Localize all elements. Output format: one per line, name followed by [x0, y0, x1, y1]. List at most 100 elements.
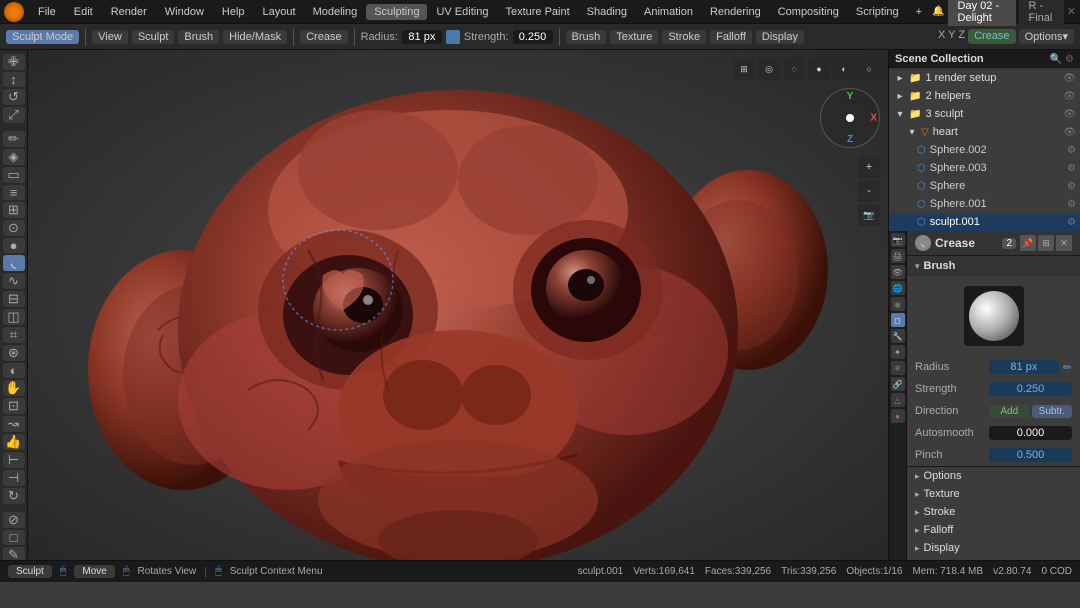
menu-window[interactable]: Window: [157, 4, 212, 20]
gizmo-x-axis[interactable]: X: [870, 113, 877, 124]
viewport-shading-3[interactable]: ○: [858, 58, 880, 80]
perspective-toggle[interactable]: ⊞: [733, 58, 755, 80]
outliner-item-sphere001[interactable]: ⬡ Sphere.001 ⚙: [889, 195, 1080, 213]
menu-file[interactable]: File: [30, 4, 64, 20]
brush-name[interactable]: Crease: [300, 30, 347, 44]
brush-menu[interactable]: Brush: [178, 30, 219, 44]
visibility-toggle-9[interactable]: ⚙: [1067, 217, 1076, 228]
tool-crease[interactable]: ◟: [3, 255, 25, 271]
radius-prop-value[interactable]: 81 px: [989, 360, 1059, 374]
workspace-tab-final[interactable]: R - Final: [1019, 0, 1064, 26]
tool-flatten[interactable]: ⊟: [3, 291, 25, 307]
tool-layer[interactable]: ⊞: [3, 202, 25, 218]
texture-section[interactable]: ▸ Texture: [907, 485, 1080, 503]
tool-nudge[interactable]: ⊣: [3, 470, 25, 486]
tool-blob[interactable]: ●: [3, 238, 25, 253]
outliner-item-helpers[interactable]: ▸ 📁 2 helpers 👁: [889, 87, 1080, 105]
menu-edit[interactable]: Edit: [66, 4, 101, 20]
props-icon-render[interactable]: 📷: [891, 233, 905, 247]
visibility-toggle-1[interactable]: 👁: [1063, 73, 1076, 84]
props-icon-physics[interactable]: ⚛: [891, 361, 905, 375]
tab-compositing[interactable]: Compositing: [770, 4, 847, 20]
outliner-item-sculpt001[interactable]: ⬡ sculpt.001 ⚙: [889, 213, 1080, 231]
stroke-dropdown[interactable]: Stroke: [662, 30, 706, 44]
tool-cursor[interactable]: ✙: [3, 54, 25, 70]
sculpt-menu[interactable]: Sculpt: [132, 30, 175, 44]
props-icon-particles[interactable]: ✦: [891, 345, 905, 359]
props-icon-modifier[interactable]: 🔧: [891, 329, 905, 343]
direction-subtract-btn[interactable]: Subtr.: [1032, 405, 1073, 418]
props-icon-object[interactable]: ◻: [891, 313, 905, 327]
outliner-item-sculpt[interactable]: ▾ 📁 3 sculpt 👁: [889, 105, 1080, 123]
tool-pinch[interactable]: ◐: [3, 363, 25, 378]
falloff-section[interactable]: ▸ Falloff: [907, 521, 1080, 539]
viewport-shading[interactable]: ●: [808, 58, 830, 80]
tool-scrape[interactable]: ⌗: [3, 327, 25, 343]
outliner-item-sphere003[interactable]: ⬡ Sphere.003 ⚙: [889, 159, 1080, 177]
props-icon-view[interactable]: 👁: [891, 265, 905, 279]
dyntopo-section[interactable]: ▸ Dyntopo: [907, 557, 1080, 560]
brush-section-header[interactable]: ▾ Brush: [907, 256, 1080, 276]
outliner-item-heart[interactable]: ▾ ▽ heart 👁: [889, 123, 1080, 141]
viewport-shading-2[interactable]: ◐: [833, 58, 855, 80]
stroke-section[interactable]: ▸ Stroke: [907, 503, 1080, 521]
tool-grab[interactable]: ✋: [3, 380, 25, 396]
tool-pose[interactable]: ⊢: [3, 452, 25, 468]
tab-rendering[interactable]: Rendering: [702, 4, 769, 20]
gizmo-z-axis[interactable]: Z: [847, 134, 853, 145]
outliner-item-sphere[interactable]: ⬡ Sphere ⚙: [889, 177, 1080, 195]
props-icon-constraints[interactable]: 🔗: [891, 377, 905, 391]
tab-sculpting[interactable]: Sculpting: [366, 4, 427, 20]
tool-rotate[interactable]: ↺: [3, 89, 25, 105]
hidemask-menu[interactable]: Hide/Mask: [223, 30, 287, 44]
tool-mask[interactable]: ⊘: [3, 512, 25, 528]
tool-multiplane[interactable]: ⊛: [3, 345, 25, 361]
tool-move[interactable]: ↕: [3, 72, 25, 87]
tool-thumb[interactable]: 👍: [3, 434, 25, 450]
visibility-toggle-7[interactable]: ⚙: [1067, 181, 1076, 192]
3d-viewport[interactable]: ⊞ ◎ ◌ ● ◐ ○ X Y Z + - 📷: [28, 50, 888, 560]
props-icon-output[interactable]: 🖨: [891, 249, 905, 263]
tab-add[interactable]: +: [908, 4, 930, 20]
visibility-toggle-3[interactable]: 👁: [1063, 109, 1076, 120]
tool-snake-hook[interactable]: ↝: [3, 416, 25, 432]
strength-prop-value[interactable]: 0.250: [989, 382, 1072, 396]
radius-edit-icon[interactable]: ✏: [1063, 361, 1072, 374]
tool-draw[interactable]: ✏: [3, 131, 25, 147]
view-menu[interactable]: View: [92, 30, 128, 44]
tool-rotate-brush[interactable]: ↻: [3, 488, 25, 504]
sculpt-mode-selector[interactable]: Sculpt Mode: [6, 30, 79, 44]
radius-value[interactable]: 81 px: [402, 30, 442, 44]
autosmooth-value[interactable]: 0.000: [989, 426, 1072, 440]
tab-modeling[interactable]: Modeling: [305, 4, 366, 20]
direction-add-btn[interactable]: Add: [989, 405, 1030, 418]
status-sculpt-btn[interactable]: Sculpt: [8, 565, 52, 578]
props-icon-material[interactable]: ●: [891, 409, 905, 423]
tool-inflate[interactable]: ⊙: [3, 220, 25, 236]
tool-elastic[interactable]: ⊡: [3, 398, 25, 414]
props-icon-world[interactable]: ◉: [891, 297, 905, 311]
workspace-tab-delight[interactable]: Day 02 - Delight: [948, 0, 1016, 26]
brush-dropdown[interactable]: Brush: [566, 30, 607, 44]
tab-shading[interactable]: Shading: [579, 4, 635, 20]
visibility-toggle-4[interactable]: 👁: [1063, 127, 1076, 138]
display-dropdown[interactable]: Display: [756, 30, 804, 44]
tool-clay[interactable]: ▭: [3, 167, 25, 183]
gizmo-y-axis[interactable]: Y: [847, 91, 854, 102]
tab-scripting[interactable]: Scripting: [848, 4, 907, 20]
navigation-gizmo[interactable]: X Y Z: [820, 88, 880, 148]
radius-toggle[interactable]: [446, 30, 460, 44]
display-section[interactable]: ▸ Display: [907, 539, 1080, 557]
strength-value[interactable]: 0.250: [513, 30, 553, 44]
tool-annotate[interactable]: ✎: [3, 547, 25, 560]
options-section[interactable]: ▸ Options: [907, 467, 1080, 485]
status-move-btn[interactable]: Move: [74, 565, 114, 578]
tool-scale[interactable]: ⤢: [3, 107, 25, 123]
options-btn[interactable]: Options▾: [1019, 29, 1074, 44]
menu-render[interactable]: Render: [103, 4, 155, 20]
tool-draw-sharp[interactable]: ◈: [3, 149, 25, 165]
tab-layout[interactable]: Layout: [255, 4, 304, 20]
xray-toggle[interactable]: ◌: [783, 58, 805, 80]
falloff-dropdown[interactable]: Falloff: [710, 30, 752, 44]
tool-smooth[interactable]: ∿: [3, 273, 25, 289]
